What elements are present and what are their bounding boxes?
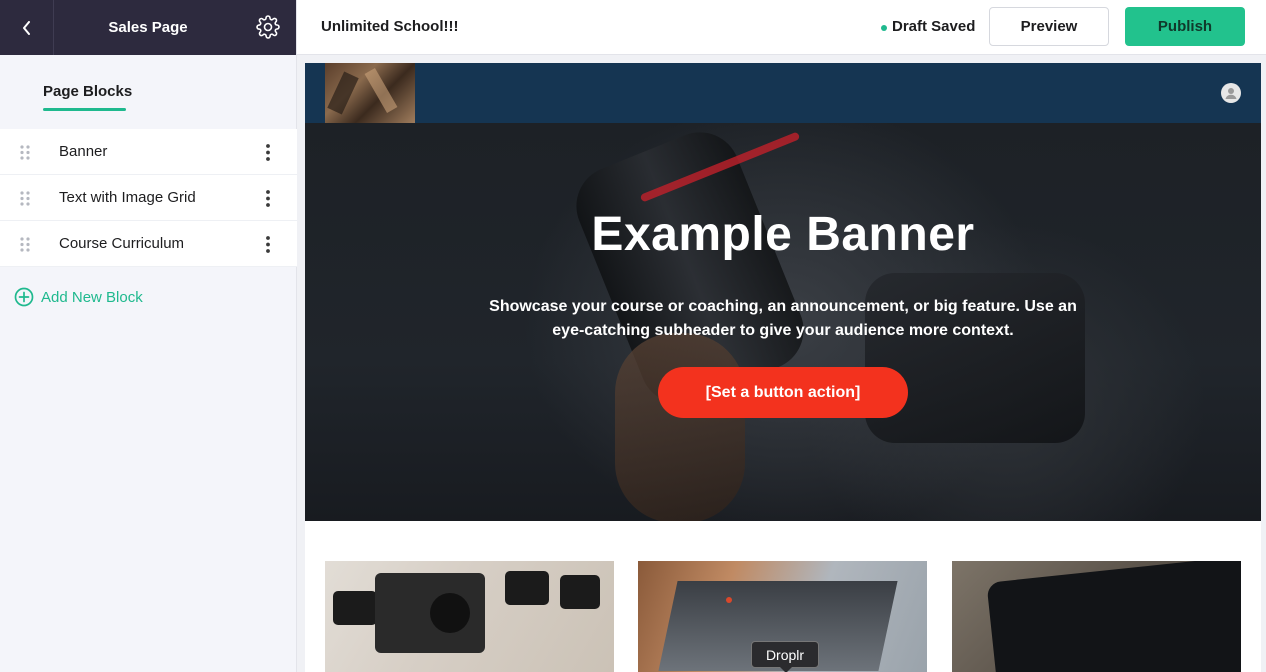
plus-circle-icon: [14, 287, 34, 307]
grid-image-tablet[interactable]: [952, 561, 1241, 672]
banner-title: Example Banner: [591, 208, 975, 261]
block-item-banner[interactable]: Banner: [0, 129, 297, 175]
drag-handle-icon[interactable]: [20, 191, 30, 206]
active-tab-indicator: [43, 108, 126, 111]
drag-handle-icon[interactable]: [20, 237, 30, 252]
status-dot-icon: [881, 25, 887, 31]
draft-status-label: Draft Saved: [892, 18, 976, 35]
camera-image: [505, 571, 549, 605]
lens-bag-image: [375, 573, 485, 653]
sidebar: Sales Page Page Blocks Banner Text with …: [0, 0, 297, 672]
chevron-left-icon: [22, 20, 30, 35]
gear-icon[interactable]: [256, 15, 280, 39]
banner-block[interactable]: Example Banner Showcase your course or c…: [305, 123, 1261, 521]
block-item-course-curriculum[interactable]: Course Curriculum: [0, 221, 297, 267]
sidebar-header: Sales Page: [0, 0, 296, 55]
block-item-text-with-image-grid[interactable]: Text with Image Grid: [0, 175, 297, 221]
tab-page-blocks[interactable]: Page Blocks: [43, 83, 132, 100]
more-options-icon[interactable]: [264, 190, 272, 207]
draft-status: Draft Saved: [881, 18, 975, 35]
block-label: Banner: [59, 143, 108, 160]
site-navbar: [305, 63, 1261, 123]
hand-image: [615, 333, 745, 521]
block-label: Text with Image Grid: [59, 189, 196, 206]
banner-cta-button[interactable]: [Set a button action]: [658, 367, 908, 418]
user-avatar[interactable]: [1221, 83, 1241, 103]
block-list: Banner Text with Image Grid Course Curri…: [0, 129, 297, 267]
camera-image: [333, 591, 377, 625]
site-logo[interactable]: [325, 63, 415, 123]
tooltip: Droplr: [751, 641, 819, 672]
back-button[interactable]: [0, 0, 54, 55]
publish-button[interactable]: Publish: [1125, 7, 1245, 46]
more-options-icon[interactable]: [264, 236, 272, 253]
led-dot: [726, 597, 732, 603]
add-new-block-button[interactable]: Add New Block: [14, 287, 143, 307]
top-bar: Unlimited School!!! Draft Saved Preview …: [297, 0, 1266, 55]
block-label: Course Curriculum: [59, 235, 185, 252]
add-new-block-label: Add New Block: [41, 288, 143, 306]
banner-subtitle: Showcase your course or coaching, an ann…: [489, 298, 1077, 339]
editor-canvas: Example Banner Showcase your course or c…: [297, 55, 1266, 672]
tablet-image: [986, 561, 1241, 672]
sidebar-tabs: Page Blocks: [0, 55, 296, 128]
drag-handle-icon[interactable]: [20, 145, 30, 160]
camera-image: [560, 575, 600, 609]
preview-button[interactable]: Preview: [989, 7, 1109, 46]
more-options-icon[interactable]: [264, 144, 272, 161]
user-icon: [1225, 88, 1237, 99]
page-preview: Example Banner Showcase your course or c…: [305, 63, 1261, 672]
school-name: Unlimited School!!!: [321, 18, 459, 35]
grid-image-camera-gear[interactable]: [325, 561, 614, 672]
sidebar-title: Sales Page: [108, 19, 188, 36]
